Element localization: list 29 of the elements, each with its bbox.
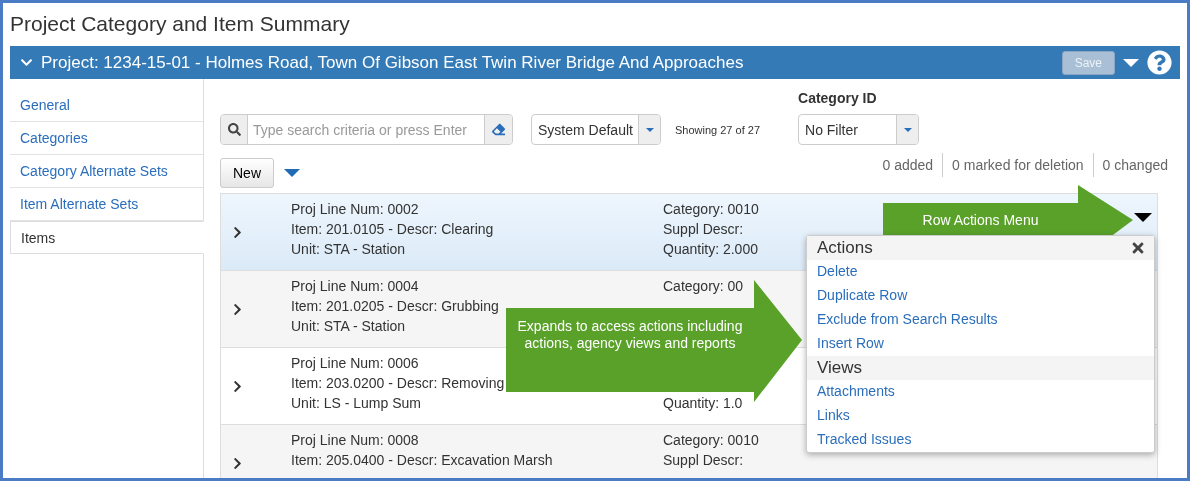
showing-count: Showing 27 of 27	[675, 124, 760, 138]
row-text: Category: 0010	[663, 431, 759, 450]
row-text: Unit: LS - Lump Sum	[291, 394, 421, 413]
row-text: Unit: STA - Station	[291, 317, 406, 336]
row-text: Proj Line Num: 0004	[291, 277, 419, 296]
row-text: Proj Line Num: 0006	[291, 354, 419, 373]
menu-section-title: Actions	[817, 238, 873, 258]
change-count: 0 changed	[1092, 153, 1177, 177]
change-count: 0 added	[881, 156, 935, 175]
row-text: Proj Line Num: 0002	[291, 200, 419, 219]
row-text: Item: 201.0205 - Descr: Grubbing	[291, 297, 499, 316]
row-text: Suppl Descr:	[663, 451, 744, 470]
row-text: Item: 203.0200 - Descr: Removing	[291, 374, 505, 393]
row-text: Category: 00	[663, 277, 744, 296]
row-text: Proj Line Num: 0008	[291, 431, 419, 450]
change-count: 0 marked for deletion	[942, 153, 1093, 177]
page-title: Project Category and Item Summary	[10, 11, 351, 37]
row-text: Item: 205.0400 - Descr: Excavation Marsh	[291, 451, 553, 470]
callout-text: Expands to access actions including actions, agency views and reports	[516, 318, 744, 352]
filter-label: Category ID	[798, 90, 878, 106]
row-text: Suppl Descr:	[663, 220, 744, 239]
row-text: Unit: STA - Station	[291, 240, 406, 259]
row-text: Category: 0010	[663, 200, 759, 219]
row-text: Quantity: 1.0	[663, 394, 743, 413]
row-text: Item: 201.0105 - Descr: Clearing	[291, 220, 494, 239]
row-text: Quantity: 2.000	[663, 240, 758, 259]
menu-section-title: Views	[817, 358, 863, 378]
project-title: Project: 1234-15-01 - Holmes Road, Town Of Gibson East Twin River Bridge And Approaches	[41, 52, 745, 73]
callout-text: Row Actions Menu	[921, 212, 1040, 229]
